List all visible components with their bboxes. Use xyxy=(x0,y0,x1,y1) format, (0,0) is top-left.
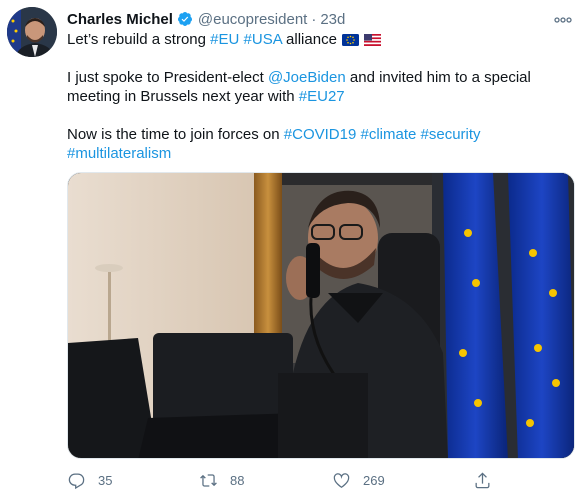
user-handle[interactable]: @eucopresident xyxy=(198,11,307,28)
eu-flag-emoji xyxy=(341,32,359,51)
hashtag-usa[interactable]: #USA xyxy=(244,31,282,48)
text-segment: Now is the time to join forces on xyxy=(67,126,284,143)
reply-button[interactable]: 35 xyxy=(67,470,112,490)
tweet-actions: 35 88 269 xyxy=(67,470,507,490)
text-segment: alliance xyxy=(281,31,337,48)
like-button[interactable]: 269 xyxy=(332,470,385,490)
hashtag-covid19[interactable]: #COVID19 xyxy=(284,126,357,143)
hashtag-eu27[interactable]: #EU27 xyxy=(299,88,345,105)
reply-count: 35 xyxy=(98,472,113,488)
mention-joebiden[interactable]: @JoeBiden xyxy=(268,69,346,86)
text-segment: I just spoke to President-elect xyxy=(67,69,268,86)
reply-icon xyxy=(68,473,85,489)
us-flag-emoji xyxy=(363,32,381,51)
tweet-line-2: I just spoke to President-elect @JoeBide… xyxy=(67,68,572,87)
tweet-line-3: meeting in Brussels next year with #EU27 xyxy=(67,87,572,106)
text-segment: meeting in Brussels next year with xyxy=(67,88,299,105)
retweet-icon xyxy=(200,473,217,487)
tweet-timestamp[interactable]: 23d xyxy=(320,11,345,28)
hashtag-climate[interactable]: #climate xyxy=(360,126,416,143)
tweet-text: Let’s rebuild a strong #EU #USA alliance… xyxy=(67,30,572,163)
like-icon xyxy=(333,472,350,488)
tweet-line-4: Now is the time to join forces on #COVID… xyxy=(67,125,572,144)
tweet-header: Charles Michel @eucopresident · 23d xyxy=(67,10,345,28)
separator-dot: · xyxy=(311,10,317,28)
text-segment: Let’s rebuild a strong xyxy=(67,31,211,48)
hashtag-multilateralism[interactable]: #multilateralism xyxy=(67,145,171,162)
tweet-line-1: Let’s rebuild a strong #EU #USA alliance xyxy=(67,30,572,49)
tweet-card[interactable]: Charles Michel @eucopresident · 23d Let’… xyxy=(0,0,587,497)
tweet-line-5: #multilateralism xyxy=(67,144,572,163)
share-button[interactable] xyxy=(473,470,492,490)
share-icon xyxy=(475,471,490,488)
more-icon[interactable] xyxy=(553,12,573,23)
avatar[interactable] xyxy=(7,7,57,57)
like-count: 269 xyxy=(363,472,385,488)
verified-badge-icon xyxy=(177,11,193,27)
hashtag-eu[interactable]: #EU xyxy=(210,31,239,48)
retweet-button[interactable]: 88 xyxy=(199,470,244,490)
hashtag-security[interactable]: #security xyxy=(421,126,481,143)
retweet-count: 88 xyxy=(230,472,245,488)
tweet-photo[interactable] xyxy=(67,172,575,459)
user-name[interactable]: Charles Michel xyxy=(67,11,173,28)
text-segment: and invited him to a special xyxy=(345,69,531,86)
